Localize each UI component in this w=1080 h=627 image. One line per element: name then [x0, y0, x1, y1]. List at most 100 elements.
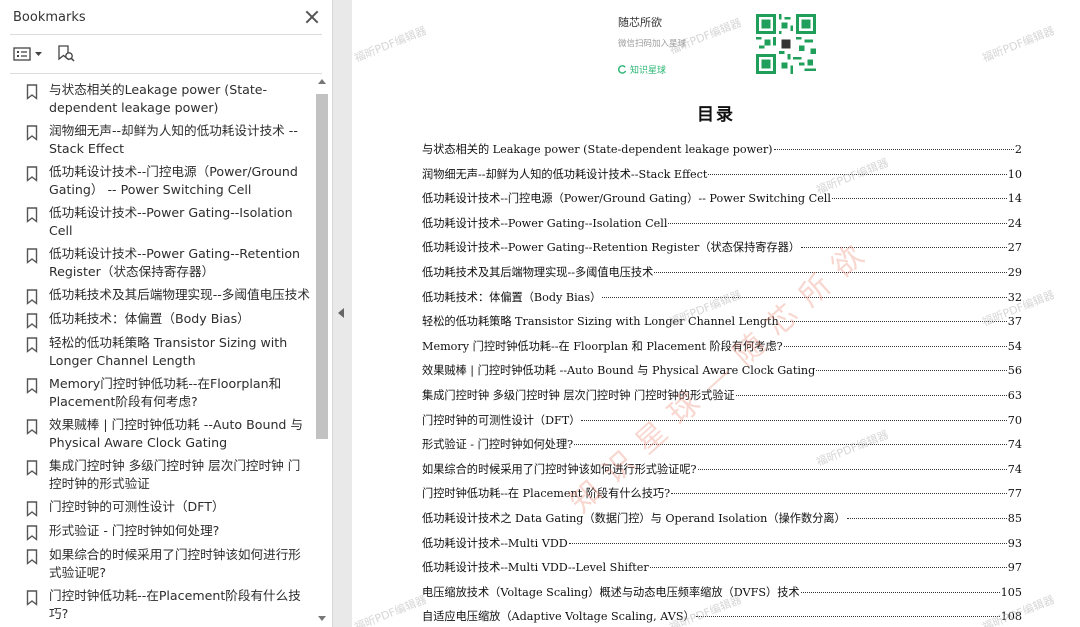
toc-entry-title: 低功耗设计技术--门控电源（Power/Ground Gating）-- Pow…	[422, 192, 831, 206]
toc-entry[interactable]: 低功耗设计技术--Multi VDD 93	[422, 535, 1022, 560]
bookmark-label: 形式验证 - 门控时钟如何处理?	[49, 523, 220, 538]
toc-entry[interactable]: 低功耗设计技术之 Data Gating（数据门控）与 Operand Isol…	[422, 510, 1022, 535]
bookmark-icon	[26, 378, 38, 394]
find-bookmark-button[interactable]	[56, 44, 76, 64]
toc-page-number: 56	[1007, 364, 1022, 378]
bookmark-label: 低功耗设计技术--Power Gating--Isolation Cell	[49, 205, 293, 238]
toc-entry[interactable]: 效果贼棒 | 门控时钟低功耗 --Auto Bound 与 Physical A…	[422, 362, 1022, 387]
scroll-down-icon[interactable]	[318, 616, 326, 621]
bookmark-item[interactable]: Memory门控时钟低功耗--在Floorplan和Placement阶段有何考…	[0, 370, 318, 411]
bookmark-scrollbar[interactable]	[315, 76, 329, 627]
toc-page-number: 10	[1007, 167, 1022, 181]
close-icon[interactable]	[304, 9, 320, 25]
toc-page-number: 37	[1007, 315, 1022, 329]
toc-leader-dots	[671, 493, 1007, 495]
collapse-panel-icon[interactable]	[338, 308, 344, 318]
scroll-thumb[interactable]	[316, 94, 328, 439]
bookmark-item[interactable]: 低功耗技术及其后端物理实现--多阈值电压技术	[0, 281, 318, 305]
bookmark-item[interactable]: 低功耗设计技术--Power Gating--Retention Registe…	[0, 240, 318, 281]
toc-page-number: 32	[1007, 290, 1022, 304]
bookmark-item[interactable]: 低功耗设计技术--Power Gating--Isolation Cell	[0, 199, 318, 240]
bookmark-item[interactable]: 门控时钟低功耗--在Placement阶段有什么技巧?	[0, 582, 318, 623]
toc-leader-dots	[574, 444, 1007, 446]
toc-entry[interactable]: 自适应电压缩放（Adaptive Voltage Scaling, AVS） 10…	[422, 608, 1022, 627]
bookmark-label: 低功耗设计技术--门控电源（Power/Ground Gating） -- Po…	[49, 164, 298, 197]
pdf-viewer: Bookmarks 与状态相关的Leakage power (State-dep…	[0, 0, 1080, 627]
toc-page-number: 74	[1007, 438, 1022, 452]
toc-entry-title: 低功耗设计技术--Power Gating--Isolation Cell	[422, 216, 668, 230]
bookmark-label: 集成门控时钟 多级门控时钟 层次门控时钟 门控时钟的形式验证	[49, 458, 301, 491]
toc-leader-dots	[568, 542, 1007, 544]
toc-entry[interactable]: 轻松的低功耗策略 Transistor Sizing with Longer C…	[422, 313, 1022, 338]
bookmark-icon	[26, 590, 38, 606]
bookmark-label: 低功耗设计技术--Power Gating--Retention Registe…	[49, 246, 301, 279]
toc-entry[interactable]: 门控时钟的可测性设计（DFT） 70	[422, 412, 1022, 437]
bookmark-list: 与状态相关的Leakage power (State-dependent lea…	[0, 76, 318, 627]
toc-entry[interactable]: 电压缩放技术（Voltage Scaling）概述与动态电压频率缩放（DVFS）…	[422, 584, 1022, 609]
toc-entry[interactable]: 如果综合的时候采用了门控时钟该如何进行形式验证呢? 74	[422, 461, 1022, 486]
bookmark-icon	[26, 313, 38, 329]
toc-entry-title: 低功耗设计技术--Multi VDD	[422, 536, 568, 550]
toc-entry[interactable]: 低功耗设计技术--门控电源（Power/Ground Gating）-- Pow…	[422, 190, 1022, 215]
toc-entry[interactable]: 低功耗技术及其后端物理实现--多阈值电压技术 29	[422, 264, 1022, 289]
toc-entry[interactable]: 与状态相关的 Leakage power (State-dependent le…	[422, 141, 1022, 166]
toc-page-number: 93	[1007, 536, 1022, 550]
toc-entry-title: 效果贼棒 | 门控时钟低功耗 --Auto Bound 与 Physical A…	[422, 364, 816, 378]
bookmark-item[interactable]: 如果综合的时候采用了门控时钟该如何进行形式验证呢?	[0, 541, 318, 582]
toc-entry-title: 低功耗设计技术--Multi VDD--Level Shifter	[422, 561, 649, 575]
toc-page-number: 70	[1007, 413, 1022, 427]
bookmark-item[interactable]: 集成门控时钟 多级门控时钟 层次门控时钟 门控时钟的形式验证	[0, 452, 318, 493]
bookmark-item[interactable]: 低功耗设计技术--门控电源（Power/Ground Gating） -- Po…	[0, 158, 318, 199]
bookmark-item[interactable]: 润物细无声--却鲜为人知的低功耗设计技术 --Stack Effect	[0, 117, 318, 158]
toc-entry-title: 如果综合的时候采用了门控时钟该如何进行形式验证呢?	[422, 462, 697, 476]
toc-leader-dots	[654, 271, 1007, 273]
toc-page-number: 77	[1007, 487, 1022, 501]
bookmark-icon	[26, 460, 38, 476]
bookmark-item[interactable]: 低功耗技术：体偏置（Body Bias）	[0, 305, 318, 329]
bookmark-label: 效果贼棒 | 门控时钟低功耗 --Auto Bound 与 Physical A…	[49, 417, 304, 450]
watermark: 福昕PDF编辑器	[352, 24, 429, 65]
bookmark-icon	[26, 549, 38, 565]
toc-page-number: 97	[1007, 561, 1022, 575]
scroll-up-icon[interactable]	[318, 79, 326, 84]
options-menu-button[interactable]	[13, 46, 42, 62]
toc-entry-title: Memory 门控时钟低功耗--在 Floorplan 和 Placement …	[422, 339, 783, 353]
bookmark-search-icon	[58, 45, 75, 62]
bookmark-item[interactable]: 形式验证 - 门控时钟如何处理?	[0, 517, 318, 541]
bookmark-icon	[26, 125, 38, 141]
toc-leader-dots	[783, 345, 1007, 347]
toc-leader-dots	[697, 468, 1007, 470]
toc-leader-dots	[602, 296, 1007, 298]
chevron-down-icon	[35, 52, 42, 56]
toc-leader-dots	[773, 149, 1014, 150]
toc-entry[interactable]: 润物细无声--却鲜为人知的低功耗设计技术--Stack Effect 10	[422, 166, 1022, 191]
toc-leader-dots	[649, 567, 1007, 569]
bookmarks-title: Bookmarks	[13, 9, 86, 25]
toc-entry[interactable]: 低功耗设计技术--Power Gating--Retention Registe…	[422, 239, 1022, 264]
toc-entry[interactable]: 形式验证 - 门控时钟如何处理? 74	[422, 436, 1022, 461]
toc-entry-title: 门控时钟的可测性设计（DFT）	[422, 413, 581, 427]
toc-entry[interactable]: 低功耗技术：体偏置（Body Bias） 32	[422, 289, 1022, 314]
bookmark-item[interactable]: 效果贼棒 | 门控时钟低功耗 --Auto Bound 与 Physical A…	[0, 411, 318, 452]
brand-name: 随芯所欲	[618, 16, 662, 29]
brand-block: 随芯所欲 微信扫码加入星球	[618, 14, 686, 49]
planet-logo-icon	[618, 65, 627, 74]
bookmark-icon	[26, 248, 38, 264]
toc-leader-dots	[708, 173, 1007, 175]
toc-entry[interactable]: 低功耗设计技术--Multi VDD--Level Shifter 97	[422, 559, 1022, 584]
bookmark-item[interactable]: 门控时钟的可测性设计（DFT）	[0, 493, 318, 517]
bookmark-item[interactable]: 与状态相关的Leakage power (State-dependent lea…	[0, 76, 318, 117]
toc-leader-dots	[695, 616, 1000, 618]
toc-entry[interactable]: 门控时钟低功耗--在 Placement 阶段有什么技巧? 77	[422, 485, 1022, 510]
toc-entry[interactable]: Memory 门控时钟低功耗--在 Floorplan 和 Placement …	[422, 338, 1022, 363]
bookmark-label: 门控时钟低功耗--在Placement阶段有什么技巧?	[49, 588, 301, 621]
toc-page-number: 24	[1007, 216, 1022, 230]
toc-entry[interactable]: 低功耗设计技术--Power Gating--Isolation Cell 24	[422, 215, 1022, 240]
toc-leader-dots	[581, 419, 1007, 421]
watermark: 福昕PDF编辑器	[980, 24, 1057, 65]
document-page: 随芯所欲 微信扫码加入星球 知识星球 目录 与状态相关的 Leakage pow…	[352, 0, 1080, 627]
bookmark-label: 低功耗技术及其后端物理实现--多阈值电压技术	[49, 287, 310, 302]
bookmark-item[interactable]: 轻松的低功耗策略 Transistor Sizing with Longer C…	[0, 329, 318, 370]
toc-page-number: 29	[1007, 265, 1022, 279]
toc-entry[interactable]: 集成门控时钟 多级门控时钟 层次门控时钟 门控时钟的形式验证 63	[422, 387, 1022, 412]
